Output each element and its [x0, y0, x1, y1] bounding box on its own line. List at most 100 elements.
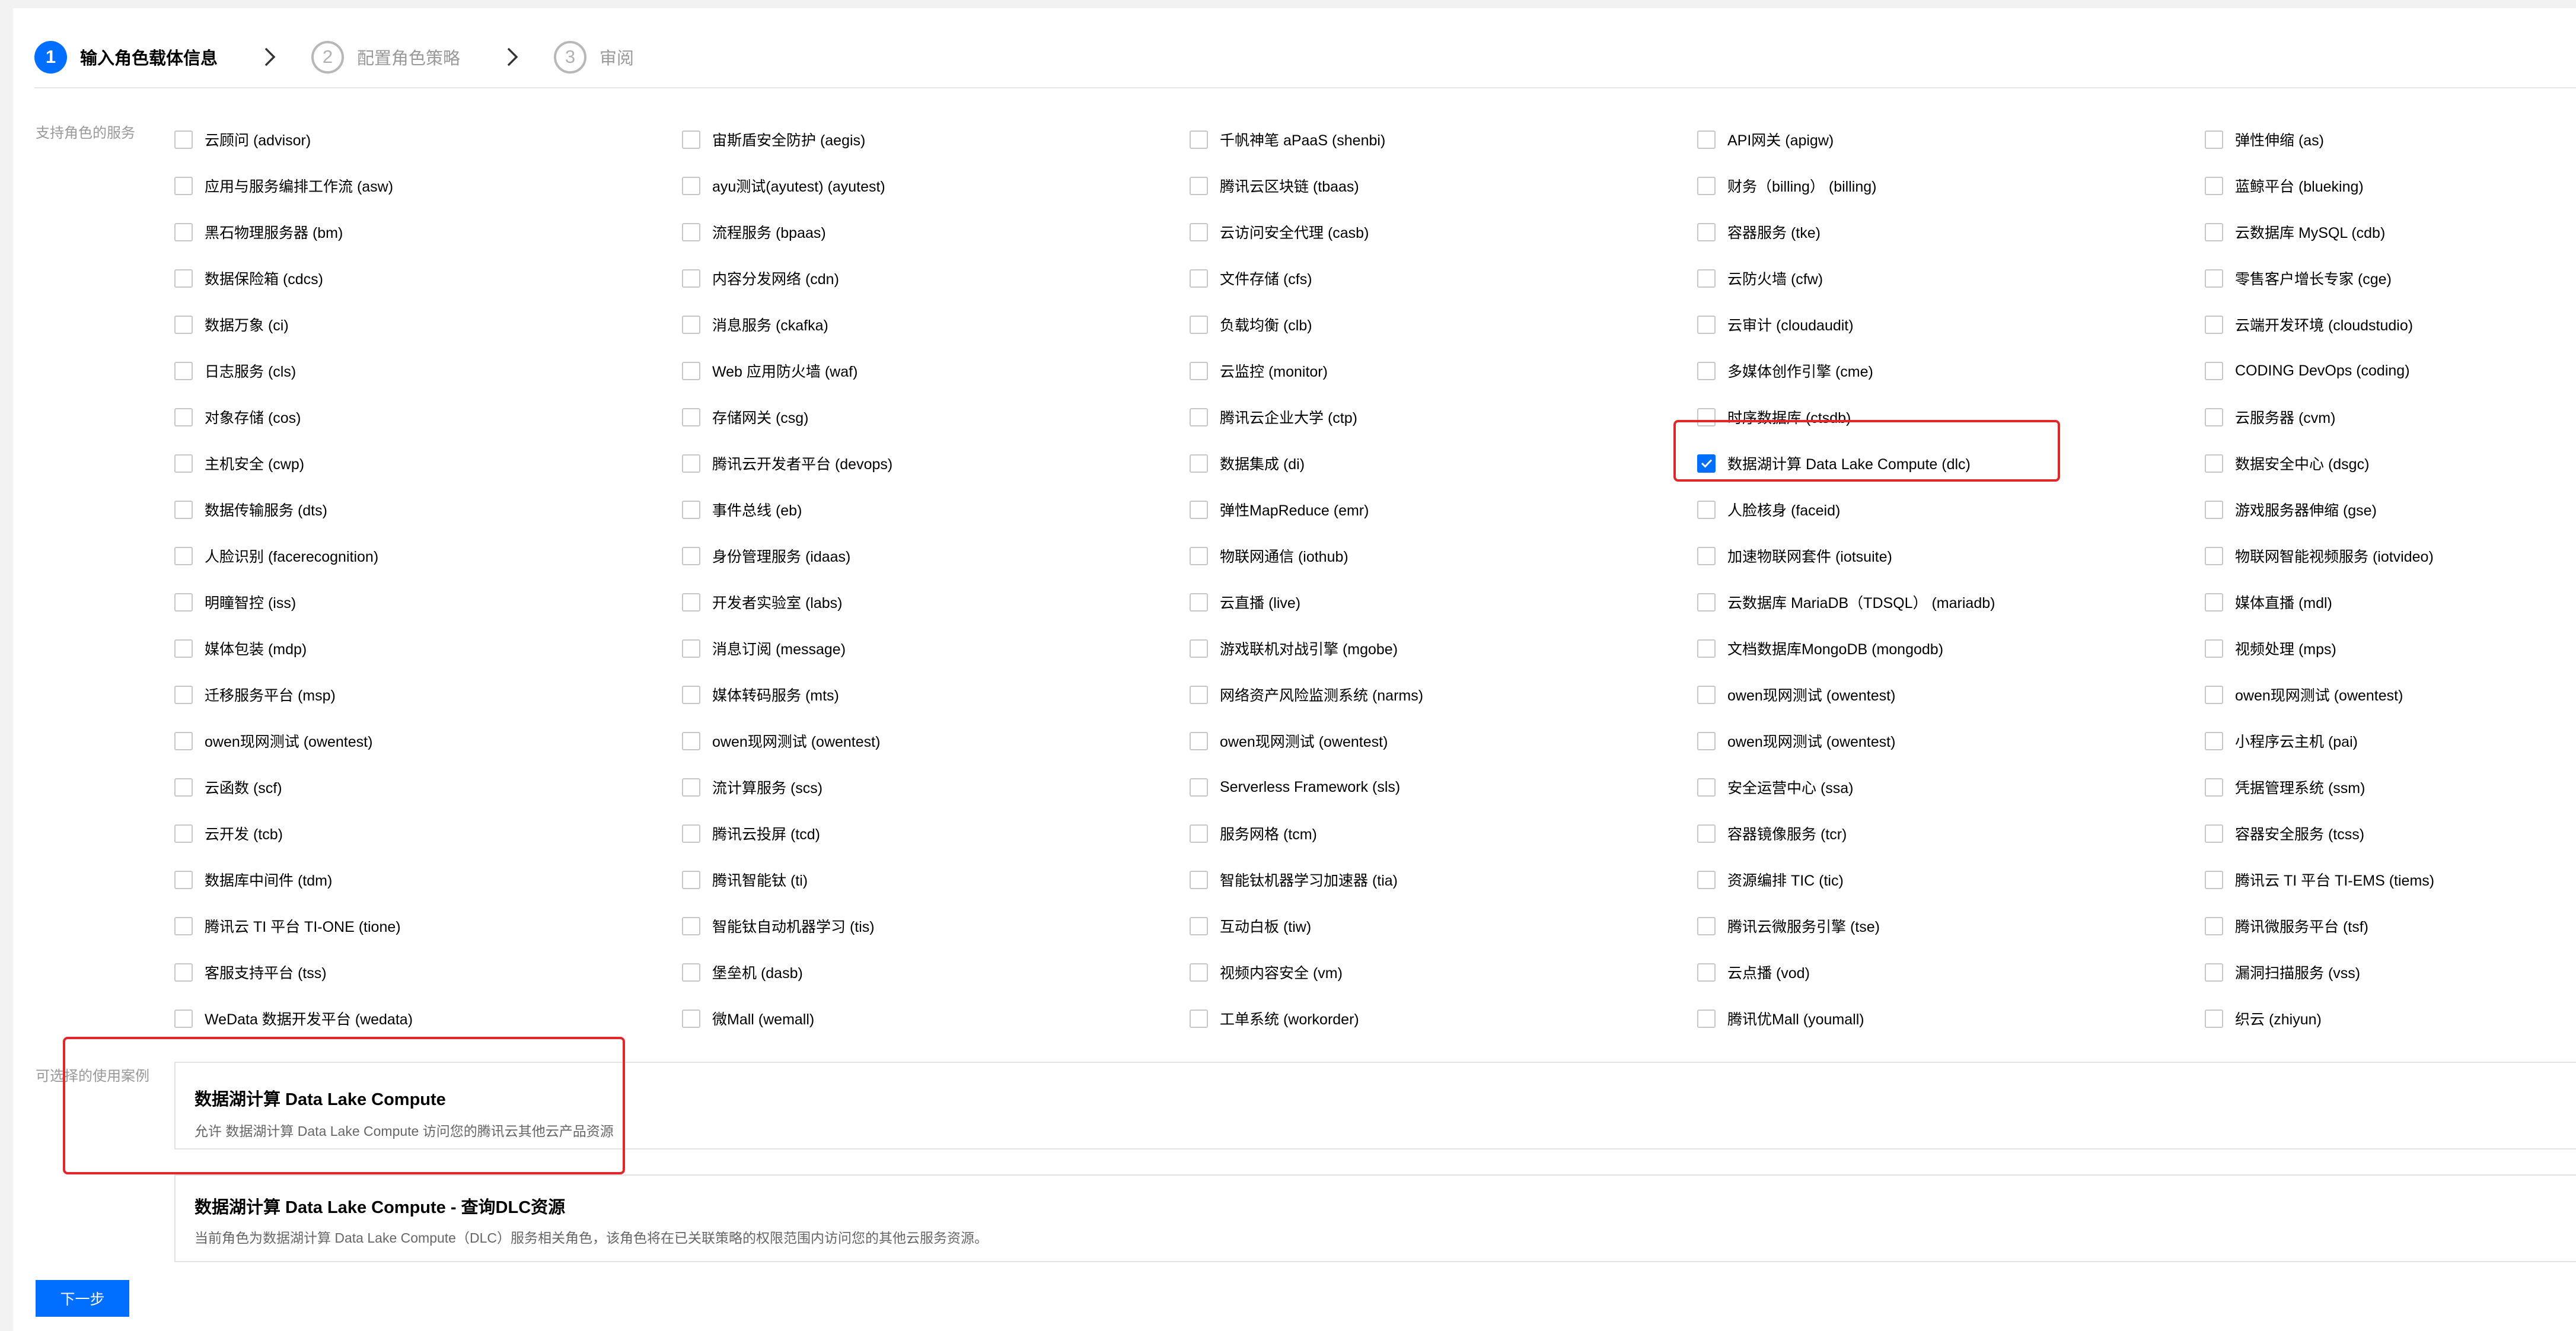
service-option[interactable]: 服务网格 (tcm) — [1190, 810, 1697, 856]
checkbox[interactable] — [682, 916, 700, 935]
checkbox[interactable] — [2205, 639, 2223, 658]
service-option[interactable]: 智能钛机器学习加速器 (tia) — [1190, 856, 1697, 903]
service-option[interactable]: 云开发 (tcb) — [174, 810, 682, 856]
checkbox[interactable] — [1697, 639, 1716, 658]
service-option[interactable]: 事件总线 (eb) — [682, 486, 1190, 533]
service-option[interactable]: 云数据库 MariaDB（TDSQL） (mariadb) — [1697, 579, 2205, 625]
checkbox[interactable] — [1697, 176, 1716, 195]
service-option[interactable]: 数据安全中心 (dsgc) — [2205, 440, 2576, 486]
checkbox[interactable] — [174, 546, 193, 565]
checkbox[interactable] — [1190, 269, 1208, 288]
checkbox[interactable] — [682, 454, 700, 473]
checkbox[interactable] — [1697, 269, 1716, 288]
checkbox[interactable] — [1697, 593, 1716, 612]
checkbox[interactable] — [2205, 361, 2223, 380]
checkbox[interactable] — [682, 963, 700, 982]
service-option[interactable]: ayu测试(ayutest) (ayutest) — [682, 163, 1190, 209]
checkbox[interactable] — [1190, 176, 1208, 195]
service-option[interactable]: 容器镜像服务 (tcr) — [1697, 810, 2205, 856]
checkbox[interactable] — [174, 269, 193, 288]
checkbox[interactable] — [682, 685, 700, 704]
checkbox[interactable] — [682, 778, 700, 797]
service-option[interactable]: 黑石物理服务器 (bm) — [174, 209, 682, 255]
checkbox[interactable] — [174, 1009, 193, 1028]
checkbox[interactable] — [1697, 315, 1716, 334]
service-option[interactable]: Web 应用防火墙 (waf) — [682, 348, 1190, 394]
service-option[interactable]: 负载均衡 (clb) — [1190, 301, 1697, 348]
service-option[interactable]: 云监控 (monitor) — [1190, 348, 1697, 394]
checkbox[interactable] — [174, 778, 193, 797]
checkbox[interactable] — [2205, 500, 2223, 519]
checkbox[interactable] — [1190, 361, 1208, 380]
service-option[interactable]: 蓝鲸平台 (blueking) — [2205, 163, 2576, 209]
checkbox[interactable] — [2205, 269, 2223, 288]
checkbox[interactable] — [1190, 685, 1208, 704]
service-option[interactable]: 织云 (zhiyun) — [2205, 995, 2576, 1042]
checkbox[interactable] — [1190, 546, 1208, 565]
service-option[interactable]: 小程序云主机 (pai) — [2205, 718, 2576, 764]
checkbox[interactable] — [1190, 824, 1208, 843]
service-option[interactable]: 云直播 (live) — [1190, 579, 1697, 625]
service-option[interactable]: 数据库中间件 (tdm) — [174, 856, 682, 903]
checkbox[interactable] — [1697, 731, 1716, 750]
checkbox[interactable] — [1190, 315, 1208, 334]
service-option[interactable]: 宙斯盾安全防护 (aegis) — [682, 116, 1190, 163]
service-option[interactable]: 云顾问 (advisor) — [174, 116, 682, 163]
service-option[interactable]: 游戏服务器伸缩 (gse) — [2205, 486, 2576, 533]
service-option[interactable]: 加速物联网套件 (iotsuite) — [1697, 533, 2205, 579]
service-option[interactable]: 工单系统 (workorder) — [1190, 995, 1697, 1042]
checkbox[interactable] — [682, 130, 700, 149]
service-option[interactable]: 腾讯云 TI 平台 TI-ONE (tione) — [174, 903, 682, 949]
service-option[interactable]: 云审计 (cloudaudit) — [1697, 301, 2205, 348]
checkbox[interactable] — [1190, 963, 1208, 982]
service-option[interactable]: 应用与服务编排工作流 (asw) — [174, 163, 682, 209]
service-option[interactable]: 腾讯优Mall (youmall) — [1697, 995, 2205, 1042]
service-option[interactable]: 视频处理 (mps) — [2205, 625, 2576, 671]
service-option[interactable]: 数据集成 (di) — [1190, 440, 1697, 486]
checkbox[interactable] — [174, 593, 193, 612]
checkbox[interactable] — [1190, 130, 1208, 149]
checkbox[interactable] — [2205, 963, 2223, 982]
service-option[interactable]: 流计算服务 (scs) — [682, 764, 1190, 810]
checkbox[interactable] — [1190, 407, 1208, 426]
checkbox[interactable] — [682, 1009, 700, 1028]
service-option[interactable]: 互动白板 (tiw) — [1190, 903, 1697, 949]
service-option[interactable]: 物联网智能视频服务 (iotvideo) — [2205, 533, 2576, 579]
use-case-card-1[interactable]: 数据湖计算 Data Lake Compute 允许 数据湖计算 Data La… — [174, 1062, 2576, 1150]
service-option[interactable]: 物联网通信 (iothub) — [1190, 533, 1697, 579]
checkbox[interactable] — [174, 361, 193, 380]
service-option[interactable]: 主机安全 (cwp) — [174, 440, 682, 486]
service-option[interactable]: 数据保险箱 (cdcs) — [174, 255, 682, 301]
service-option[interactable]: owen现网测试 (owentest) — [682, 718, 1190, 764]
checkbox[interactable] — [2205, 593, 2223, 612]
service-option[interactable]: 迁移服务平台 (msp) — [174, 671, 682, 718]
checkbox[interactable] — [2205, 315, 2223, 334]
service-option[interactable]: 腾讯智能钛 (ti) — [682, 856, 1190, 903]
service-option[interactable]: 客服支持平台 (tss) — [174, 949, 682, 995]
service-option[interactable]: WeData 数据开发平台 (wedata) — [174, 995, 682, 1042]
checkbox[interactable] — [2205, 778, 2223, 797]
checkbox[interactable] — [682, 176, 700, 195]
checkbox[interactable] — [682, 222, 700, 241]
service-option[interactable]: 云数据库 MySQL (cdb) — [2205, 209, 2576, 255]
checkbox[interactable] — [174, 824, 193, 843]
service-option[interactable]: 腾讯云微服务引擎 (tse) — [1697, 903, 2205, 949]
service-option[interactable]: 腾讯云区块链 (tbaas) — [1190, 163, 1697, 209]
checkbox[interactable] — [682, 361, 700, 380]
checkbox[interactable] — [1697, 824, 1716, 843]
next-step-button[interactable]: 下一步 — [36, 1280, 129, 1317]
checkbox[interactable] — [1190, 778, 1208, 797]
service-option[interactable]: 容器安全服务 (tcss) — [2205, 810, 2576, 856]
checkbox[interactable] — [174, 963, 193, 982]
checkbox[interactable] — [1697, 1009, 1716, 1028]
service-option[interactable]: owen现网测试 (owentest) — [2205, 671, 2576, 718]
service-option[interactable]: 媒体直播 (mdl) — [2205, 579, 2576, 625]
service-option[interactable]: 云访问安全代理 (casb) — [1190, 209, 1697, 255]
service-option[interactable]: 人脸识别 (facerecognition) — [174, 533, 682, 579]
checkbox[interactable] — [682, 269, 700, 288]
checkbox[interactable] — [2205, 685, 2223, 704]
service-option[interactable]: 消息订阅 (message) — [682, 625, 1190, 671]
checkbox[interactable] — [174, 639, 193, 658]
checkbox[interactable] — [2205, 130, 2223, 149]
checkbox[interactable] — [174, 685, 193, 704]
